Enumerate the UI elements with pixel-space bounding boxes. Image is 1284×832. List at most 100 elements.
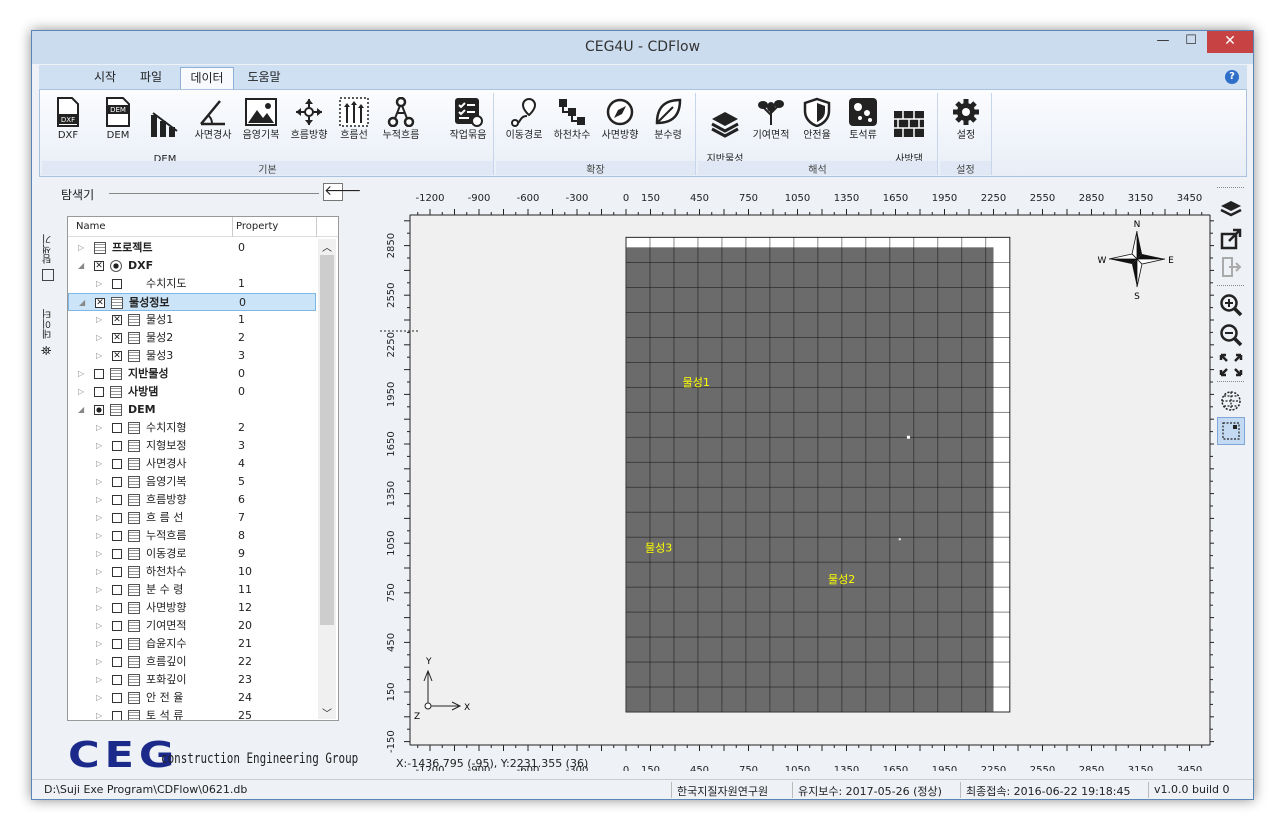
expand-arrow-icon[interactable]: ▷ bbox=[96, 347, 102, 365]
safety-factor-button[interactable]: 안전율 bbox=[794, 97, 840, 142]
layers-tool-button[interactable] bbox=[1217, 195, 1245, 223]
expand-arrow-icon[interactable]: ▷ bbox=[96, 491, 102, 509]
tree-checkbox[interactable] bbox=[112, 693, 122, 703]
expand-arrow-icon[interactable]: ▷ bbox=[96, 635, 102, 653]
tree-row[interactable]: ▷ 음영기복 5 bbox=[68, 473, 316, 491]
tree-row[interactable]: ▷ 포화깊이 23 bbox=[68, 671, 316, 689]
tree-row[interactable]: ▷ 흐름방향 6 bbox=[68, 491, 316, 509]
tree-row[interactable]: ◢ ✕ DXF bbox=[68, 257, 316, 275]
tree-row[interactable]: ▷ 분 수 령 11 bbox=[68, 581, 316, 599]
tree-checkbox[interactable] bbox=[112, 621, 122, 631]
tree-checkbox[interactable] bbox=[112, 639, 122, 649]
tree-row[interactable]: ◢ ✕ 물성정보 0 bbox=[68, 293, 316, 311]
expand-arrow-icon[interactable]: ▷ bbox=[96, 527, 102, 545]
tree-row[interactable]: ▷ 이동경로 9 bbox=[68, 545, 316, 563]
dxf-button[interactable]: DXF DXF bbox=[48, 97, 88, 142]
expand-arrow-icon[interactable]: ▷ bbox=[96, 275, 102, 293]
help-icon[interactable]: ? bbox=[1225, 70, 1239, 84]
tab-explorer-vertical[interactable]: 탐색기 bbox=[41, 214, 57, 264]
collapse-arrow-icon[interactable]: ◢ bbox=[78, 401, 84, 419]
hillshade-button[interactable]: 음영기복 bbox=[238, 97, 284, 142]
tree-scrollbar[interactable]: ︿ ﹀ bbox=[318, 239, 336, 720]
expand-arrow-icon[interactable]: ▷ bbox=[78, 239, 84, 257]
tree-checkbox[interactable] bbox=[112, 477, 122, 487]
tab-help[interactable]: 도움말 bbox=[239, 67, 289, 89]
collapse-panel-button[interactable]: 🡐 bbox=[323, 183, 362, 201]
tree-row[interactable]: ▷ 사면방향 12 bbox=[68, 599, 316, 617]
tree-checkbox[interactable] bbox=[112, 585, 122, 595]
tree-checkbox[interactable] bbox=[94, 369, 104, 379]
expand-arrow-icon[interactable]: ▷ bbox=[96, 689, 102, 707]
tree-checkbox[interactable] bbox=[112, 423, 122, 433]
travel-path-button[interactable]: 이동경로 bbox=[500, 97, 548, 142]
flow-line-button[interactable]: 흐름선 bbox=[334, 97, 374, 142]
exit-tool-button[interactable] bbox=[1217, 253, 1245, 281]
tab-file[interactable]: 파일 bbox=[133, 67, 169, 89]
tree-row[interactable]: ▷ 지반물성 0 bbox=[68, 365, 316, 383]
tree-checkbox[interactable] bbox=[112, 441, 122, 451]
tree-checkbox[interactable] bbox=[112, 279, 122, 289]
tab-data[interactable]: 데이터 bbox=[180, 67, 234, 89]
column-name-header[interactable]: Name bbox=[76, 221, 106, 232]
flow-direction-button[interactable]: 흐름방향 bbox=[286, 97, 332, 142]
debris-flow-button[interactable]: 토석류 bbox=[840, 97, 886, 142]
expand-arrow-icon[interactable]: ▷ bbox=[96, 617, 102, 635]
tree-row[interactable]: ◢ DEM bbox=[68, 401, 316, 419]
grid-tool-button[interactable] bbox=[1217, 387, 1245, 415]
tree-checkbox[interactable]: ✕ bbox=[112, 351, 122, 361]
expand-arrow-icon[interactable]: ▷ bbox=[96, 419, 102, 437]
tree-checkbox[interactable] bbox=[112, 603, 122, 613]
tab-data-vertical[interactable]: 데이터 bbox=[41, 289, 57, 339]
tree-row[interactable]: ▷ 프로젝트 0 bbox=[68, 239, 316, 257]
expand-arrow-icon[interactable]: ▷ bbox=[96, 473, 102, 491]
dem-button[interactable]: DEM DEM bbox=[98, 97, 138, 142]
tree-row[interactable]: ▷ 사면경사 4 bbox=[68, 455, 316, 473]
tree-row[interactable]: ▷ 누적흐름 8 bbox=[68, 527, 316, 545]
tree-checkbox[interactable] bbox=[94, 387, 104, 397]
collapse-arrow-icon[interactable]: ◢ bbox=[79, 294, 85, 312]
zoom-in-button[interactable] bbox=[1217, 291, 1245, 319]
maximize-button[interactable]: ☐ bbox=[1177, 31, 1205, 53]
tree-checkbox[interactable] bbox=[94, 405, 104, 415]
tab-start[interactable]: 시작 bbox=[87, 67, 123, 89]
tree-checkbox[interactable] bbox=[112, 531, 122, 541]
expand-arrow-icon[interactable]: ▷ bbox=[96, 311, 102, 329]
close-button[interactable]: ✕ bbox=[1207, 31, 1253, 53]
tree-row[interactable]: ▷ 흐름깊이 22 bbox=[68, 653, 316, 671]
expand-arrow-icon[interactable]: ▷ bbox=[96, 437, 102, 455]
contributing-area-button[interactable]: 기여면적 bbox=[748, 97, 794, 142]
tree-row[interactable]: ▷ 안 전 율 24 bbox=[68, 689, 316, 707]
flow-accumulation-button[interactable]: 누적흐름 bbox=[378, 97, 424, 142]
tree-row[interactable]: ▷ ✕ 물성3 3 bbox=[68, 347, 316, 365]
zoom-extent-button[interactable] bbox=[1217, 351, 1245, 379]
expand-arrow-icon[interactable]: ▷ bbox=[96, 653, 102, 671]
tree-checkbox[interactable]: ✕ bbox=[112, 333, 122, 343]
tree-row[interactable]: ▷ 지형보정 3 bbox=[68, 437, 316, 455]
collapse-arrow-icon[interactable]: ◢ bbox=[78, 257, 84, 275]
expand-arrow-icon[interactable]: ▷ bbox=[96, 707, 102, 720]
slope-button[interactable]: 사면경사 bbox=[190, 97, 236, 142]
tree-row[interactable]: ▷ 습윤지수 21 bbox=[68, 635, 316, 653]
stream-order-button[interactable]: 하천차수 bbox=[548, 97, 596, 142]
tree-checkbox[interactable]: ✕ bbox=[94, 261, 104, 271]
tree-checkbox[interactable] bbox=[112, 711, 122, 720]
settings-button[interactable]: 설정 bbox=[944, 97, 988, 142]
expand-arrow-icon[interactable]: ▷ bbox=[78, 365, 84, 383]
watershed-button[interactable]: 분수령 bbox=[644, 97, 692, 142]
tree-checkbox[interactable]: ✕ bbox=[95, 298, 105, 308]
tree-row[interactable]: ▷ 흐 름 선 7 bbox=[68, 509, 316, 527]
tree-checkbox[interactable] bbox=[112, 513, 122, 523]
map-canvas[interactable]: -1200-1200-900-900-600-600-300-300001501… bbox=[360, 181, 1229, 776]
expand-arrow-icon[interactable]: ▷ bbox=[96, 671, 102, 689]
column-property-header[interactable]: Property bbox=[236, 221, 278, 232]
tree-row[interactable]: ▷ 사방댐 0 bbox=[68, 383, 316, 401]
zoom-out-button[interactable] bbox=[1217, 321, 1245, 349]
minimize-button[interactable]: — bbox=[1149, 31, 1177, 53]
tree-row[interactable]: ▷ 기여면적 20 bbox=[68, 617, 316, 635]
tree-checkbox[interactable] bbox=[112, 567, 122, 577]
tree-row[interactable]: ▷ 수치지도 1 bbox=[68, 275, 316, 293]
tree-checkbox[interactable] bbox=[112, 675, 122, 685]
expand-arrow-icon[interactable]: ▷ bbox=[96, 455, 102, 473]
expand-arrow-icon[interactable]: ▷ bbox=[96, 509, 102, 527]
tree-checkbox[interactable] bbox=[112, 459, 122, 469]
